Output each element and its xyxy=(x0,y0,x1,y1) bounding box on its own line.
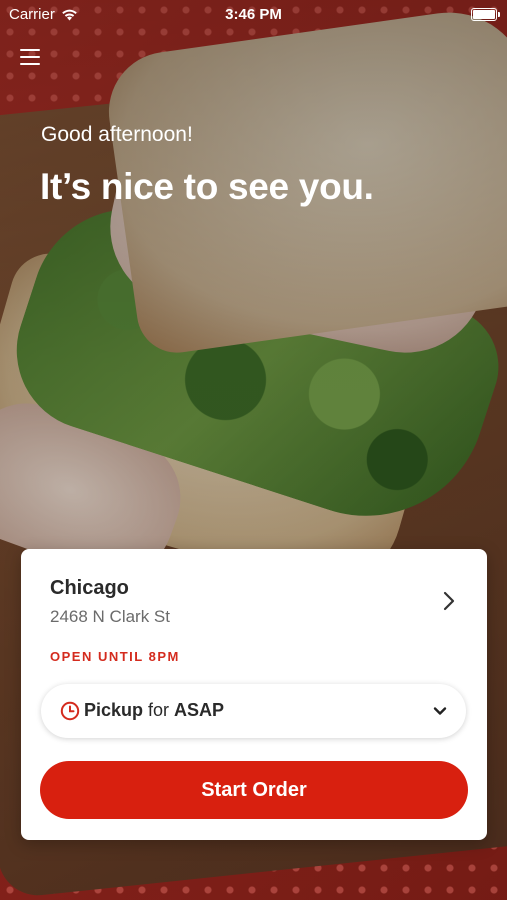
status-time: 3:46 PM xyxy=(225,6,282,23)
app-screen: Carrier 3:46 PM Good afternoon! It’s nic… xyxy=(0,0,507,900)
start-order-button[interactable]: Start Order xyxy=(40,761,468,819)
welcome-headline: It’s nice to see you. xyxy=(40,166,374,207)
order-mode-time: ASAP xyxy=(174,700,225,720)
order-card: Chicago 2468 N Clark St OPEN UNTIL 8PM P… xyxy=(21,549,487,840)
location-hours: OPEN UNTIL 8PM xyxy=(50,649,180,664)
menu-icon[interactable] xyxy=(20,48,42,66)
chevron-down-icon xyxy=(433,707,447,715)
order-mode-type: Pickup xyxy=(84,700,144,720)
greeting-text: Good afternoon! xyxy=(41,123,193,146)
battery-icon xyxy=(471,8,500,21)
order-mode-dropdown[interactable]: Pickup for ASAP xyxy=(41,684,466,738)
clock-icon xyxy=(60,701,80,721)
location-city: Chicago xyxy=(50,577,129,599)
order-mode-label: Pickup for ASAP xyxy=(84,700,224,721)
location-address: 2468 N Clark St xyxy=(50,607,170,626)
order-mode-connector: for xyxy=(148,700,170,720)
status-bar: Carrier 3:46 PM xyxy=(0,0,507,28)
chevron-right-icon xyxy=(443,591,455,611)
location-selector[interactable]: Chicago 2468 N Clark St OPEN UNTIL 8PM xyxy=(21,549,487,669)
